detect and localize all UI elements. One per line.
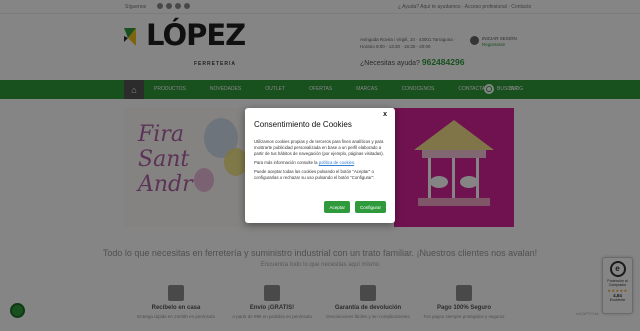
accept-button[interactable]: Aceptar: [324, 201, 350, 213]
dialog-paragraph-2-text: Para más información consulte la: [254, 159, 319, 165]
cookie-consent-dialog: x Consentimiento de Cookies Utilizamos c…: [245, 108, 395, 223]
close-button[interactable]: x: [383, 111, 387, 118]
dialog-title: Consentimiento de Cookies: [254, 120, 352, 129]
cookie-policy-link[interactable]: política de cookies: [319, 160, 354, 165]
dialog-paragraph-1: Utilizamos cookies propias y de terceros…: [254, 139, 384, 156]
configure-button[interactable]: Configurar: [354, 201, 386, 213]
dialog-paragraph-3: Puede aceptar todas las cookies pulsando…: [254, 168, 375, 180]
dialog-body: Utilizamos cookies propias y de terceros…: [254, 139, 388, 183]
dialog-paragraph-2-end: .: [354, 159, 356, 165]
dialog-actions: Aceptar Configurar: [324, 201, 386, 213]
dialog-paragraph-2: Para más información consulte la polític…: [254, 160, 388, 166]
